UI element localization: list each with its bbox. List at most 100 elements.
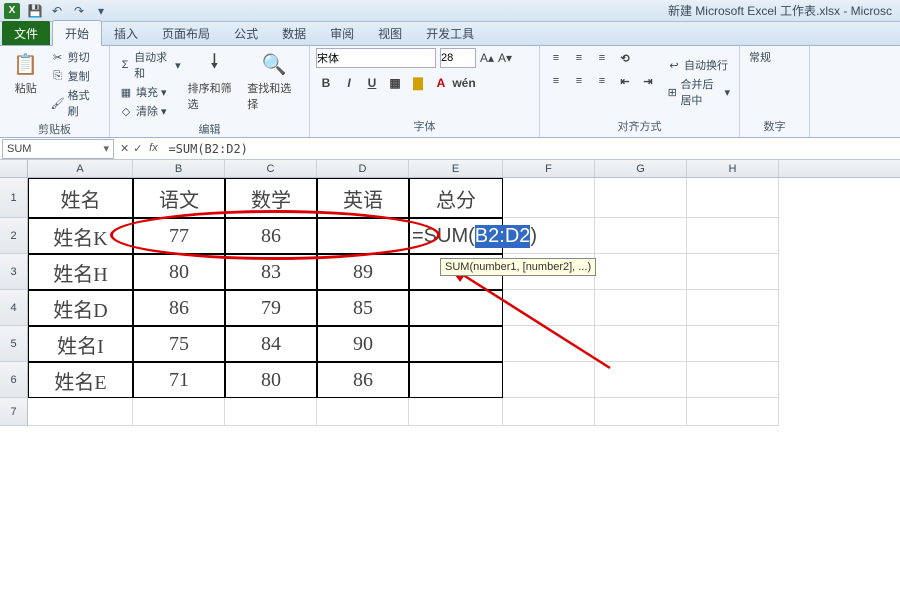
- cell-B6[interactable]: 71: [133, 362, 225, 398]
- cell-H3[interactable]: [687, 254, 779, 290]
- font-color-button[interactable]: A: [431, 73, 451, 93]
- cell-A7[interactable]: [28, 398, 133, 426]
- save-icon[interactable]: 💾: [26, 2, 44, 20]
- redo-icon[interactable]: ↷: [70, 2, 88, 20]
- fx-icon[interactable]: fx: [146, 142, 160, 155]
- cell-A6[interactable]: 姓名E: [28, 362, 133, 398]
- indent-dec-icon[interactable]: ⇤: [615, 71, 635, 91]
- find-button[interactable]: 🔍 查找和选择: [245, 48, 303, 120]
- cell-E7[interactable]: [409, 398, 503, 426]
- rowhdr-1[interactable]: 1: [0, 178, 28, 218]
- cell-G4[interactable]: [595, 290, 687, 326]
- cell-C5[interactable]: 84: [225, 326, 317, 362]
- cell-B7[interactable]: [133, 398, 225, 426]
- tab-file[interactable]: 文件: [2, 21, 50, 45]
- align-center-icon[interactable]: ≡: [569, 71, 589, 91]
- cell-A1[interactable]: 姓名: [28, 178, 133, 218]
- cell-H2[interactable]: [687, 218, 779, 254]
- cell-C4[interactable]: 79: [225, 290, 317, 326]
- cell-D6[interactable]: 86: [317, 362, 409, 398]
- grow-font-icon[interactable]: A▴: [480, 51, 494, 65]
- cell-G5[interactable]: [595, 326, 687, 362]
- tab-layout[interactable]: 页面布局: [150, 21, 222, 45]
- wrap-button[interactable]: ↩自动换行: [664, 56, 733, 74]
- merge-button[interactable]: ⊞合并后居中▾: [664, 75, 733, 109]
- cell-E1[interactable]: 总分: [409, 178, 503, 218]
- cell-A5[interactable]: 姓名I: [28, 326, 133, 362]
- tab-insert[interactable]: 插入: [102, 21, 150, 45]
- indent-inc-icon[interactable]: ⇥: [638, 71, 658, 91]
- tab-dev[interactable]: 开发工具: [414, 21, 486, 45]
- cell-C6[interactable]: 80: [225, 362, 317, 398]
- name-box[interactable]: SUM ▾: [2, 139, 114, 159]
- cell-C7[interactable]: [225, 398, 317, 426]
- cell-F5[interactable]: [503, 326, 595, 362]
- cell-H5[interactable]: [687, 326, 779, 362]
- align-left-icon[interactable]: ≡: [546, 71, 566, 91]
- col-G[interactable]: G: [595, 160, 687, 177]
- rowhdr-5[interactable]: 5: [0, 326, 28, 362]
- name-box-dropdown-icon[interactable]: ▾: [103, 142, 109, 155]
- rowhdr-2[interactable]: 2: [0, 218, 28, 254]
- rowhdr-6[interactable]: 6: [0, 362, 28, 398]
- cell-G7[interactable]: [595, 398, 687, 426]
- cell-H7[interactable]: [687, 398, 779, 426]
- cell-B3[interactable]: 80: [133, 254, 225, 290]
- cell-C3[interactable]: 83: [225, 254, 317, 290]
- undo-icon[interactable]: ↶: [48, 2, 66, 20]
- cell-G3[interactable]: [595, 254, 687, 290]
- tab-data[interactable]: 数据: [270, 21, 318, 45]
- cell-A4[interactable]: 姓名D: [28, 290, 133, 326]
- bold-button[interactable]: B: [316, 73, 336, 93]
- rowhdr-7[interactable]: 7: [0, 398, 28, 426]
- cell-A3[interactable]: 姓名H: [28, 254, 133, 290]
- formula-input[interactable]: =SUM(B2:D2): [164, 142, 900, 156]
- tab-view[interactable]: 视图: [366, 21, 414, 45]
- cell-E6[interactable]: [409, 362, 503, 398]
- align-middle-icon[interactable]: ≡: [569, 48, 589, 68]
- copy-button[interactable]: ⎘复制: [48, 67, 103, 85]
- col-A[interactable]: A: [28, 160, 133, 177]
- align-bottom-icon[interactable]: ≡: [592, 48, 612, 68]
- cell-E2-editing[interactable]: =SUM(B2:D2): [409, 218, 503, 254]
- sort-button[interactable]: 🠗 排序和筛选: [186, 48, 244, 120]
- cell-D2[interactable]: [317, 218, 409, 254]
- painter-button[interactable]: 🖌格式刷: [48, 86, 103, 120]
- cancel-icon[interactable]: ✕: [120, 142, 129, 155]
- cell-B1[interactable]: 语文: [133, 178, 225, 218]
- cell-H6[interactable]: [687, 362, 779, 398]
- cell-A2[interactable]: 姓名K: [28, 218, 133, 254]
- cell-B5[interactable]: 75: [133, 326, 225, 362]
- col-F[interactable]: F: [503, 160, 595, 177]
- enter-icon[interactable]: ✓: [133, 142, 142, 155]
- paste-button[interactable]: 📋 粘贴: [6, 48, 46, 120]
- cell-F4[interactable]: [503, 290, 595, 326]
- cell-D7[interactable]: [317, 398, 409, 426]
- col-E[interactable]: E: [409, 160, 503, 177]
- tab-review[interactable]: 审阅: [318, 21, 366, 45]
- cell-E5[interactable]: [409, 326, 503, 362]
- cell-C1[interactable]: 数学: [225, 178, 317, 218]
- cell-D5[interactable]: 90: [317, 326, 409, 362]
- cell-D4[interactable]: 85: [317, 290, 409, 326]
- align-top-icon[interactable]: ≡: [546, 48, 566, 68]
- autosum-button[interactable]: Σ自动求和▾: [116, 48, 184, 82]
- col-C[interactable]: C: [225, 160, 317, 177]
- rowhdr-4[interactable]: 4: [0, 290, 28, 326]
- cell-H1[interactable]: [687, 178, 779, 218]
- qat-dropdown-icon[interactable]: ▾: [92, 2, 110, 20]
- cell-D1[interactable]: 英语: [317, 178, 409, 218]
- fill-color-button[interactable]: ▇: [408, 73, 428, 93]
- col-D[interactable]: D: [317, 160, 409, 177]
- align-right-icon[interactable]: ≡: [592, 71, 612, 91]
- italic-button[interactable]: I: [339, 73, 359, 93]
- shrink-font-icon[interactable]: A▾: [498, 51, 512, 65]
- orientation-icon[interactable]: ⟲: [615, 48, 635, 68]
- cell-H4[interactable]: [687, 290, 779, 326]
- phonetic-button[interactable]: wén: [454, 73, 474, 93]
- col-H[interactable]: H: [687, 160, 779, 177]
- border-button[interactable]: ▦: [385, 73, 405, 93]
- font-size-input[interactable]: [440, 48, 476, 68]
- cell-B4[interactable]: 86: [133, 290, 225, 326]
- font-name-input[interactable]: [316, 48, 436, 68]
